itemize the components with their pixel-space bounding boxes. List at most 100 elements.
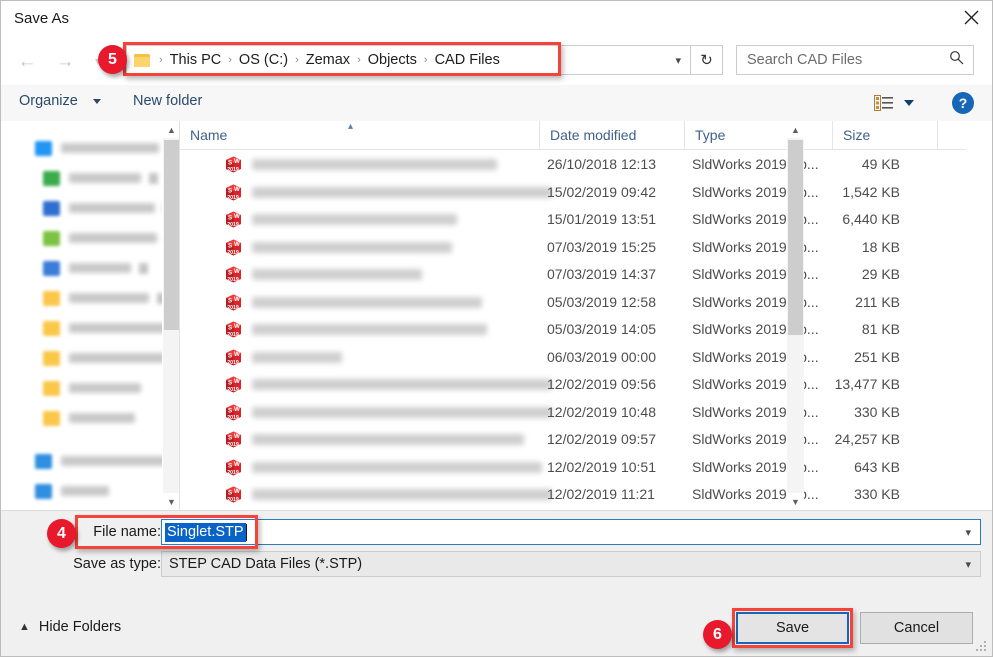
svg-text:S: S: [228, 380, 232, 387]
cell-name: [252, 434, 524, 445]
sidebar-item[interactable]: [1, 253, 179, 283]
cell-date: 12/02/2019 09:57: [547, 431, 656, 447]
nav-pane-scrollbar[interactable]: ▲ ▼: [162, 121, 179, 510]
breadcrumb-separator: ›: [291, 55, 303, 66]
sidebar-item-icon: [43, 261, 60, 276]
sidebar-item[interactable]: [1, 343, 179, 373]
sidebar-item-label: [69, 323, 174, 333]
back-button[interactable]: ←: [13, 47, 41, 75]
table-row[interactable]: SW201906/03/2019 00:00SldWorks 2019 Ap..…: [180, 344, 966, 372]
table-row[interactable]: SW201915/02/2019 09:42SldWorks 2019 Ap..…: [180, 179, 966, 207]
breadcrumb-separator: ›: [155, 55, 167, 66]
sidebar-item-label: [69, 203, 155, 213]
chevron-down-icon[interactable]: ▼: [787, 493, 804, 510]
cell-name: [252, 269, 422, 280]
svg-text:W: W: [234, 488, 240, 495]
solidworks-2019-icon: SW2019: [224, 348, 243, 367]
column-header-date[interactable]: Date modified: [540, 121, 685, 149]
sidebar-item[interactable]: [1, 403, 179, 433]
save-as-type-select[interactable]: STEP CAD Data Files (*.STP) ▾: [161, 551, 981, 577]
sidebar-item[interactable]: [1, 163, 179, 193]
sidebar-item-icon: [43, 321, 60, 336]
table-row[interactable]: SW201926/10/2018 12:13SldWorks 2019 Ap..…: [180, 151, 966, 179]
solidworks-2019-icon: SW2019: [224, 485, 243, 504]
sidebar-item[interactable]: [1, 373, 179, 403]
cell-date: 12/02/2019 10:48: [547, 404, 656, 420]
refresh-button[interactable]: ↻: [691, 45, 723, 75]
scrollbar-thumb[interactable]: [164, 140, 179, 330]
breadcrumb-item-cad-files[interactable]: CAD Files: [432, 52, 503, 68]
column-header-size[interactable]: Size: [833, 121, 938, 149]
scrollbar-track[interactable]: [787, 138, 804, 493]
close-button[interactable]: [948, 1, 993, 34]
svg-text:2019: 2019: [227, 415, 239, 421]
svg-text:S: S: [228, 270, 232, 277]
help-icon[interactable]: ?: [952, 92, 974, 114]
column-header-name[interactable]: Name: [180, 121, 540, 149]
table-row[interactable]: SW201907/03/2019 14:37SldWorks 2019 Ap..…: [180, 261, 966, 289]
save-button[interactable]: Save: [736, 612, 849, 644]
breadcrumb-item-this-pc[interactable]: This PC: [167, 52, 225, 68]
cell-date: 05/03/2019 12:58: [547, 294, 656, 310]
hide-folders-button[interactable]: ▲ Hide Folders: [19, 619, 121, 635]
sidebar-item-icon: [43, 291, 60, 306]
sidebar-item[interactable]: [1, 476, 179, 506]
organize-button[interactable]: Organize: [19, 93, 78, 109]
svg-text:S: S: [228, 325, 232, 332]
sidebar-item[interactable]: [1, 283, 179, 313]
chevron-down-icon[interactable]: ▼: [163, 493, 179, 510]
view-layout-icon[interactable]: [874, 95, 894, 111]
table-row[interactable]: SW201912/02/2019 10:51SldWorks 2019 Ap..…: [180, 454, 966, 482]
breadcrumb[interactable]: › This PC › OS (C:) › Zemax › Objects › …: [126, 45, 691, 75]
chevron-up-icon: ▲: [19, 621, 30, 633]
resize-grip[interactable]: [976, 641, 988, 653]
file-name-dropdown-icon[interactable]: ▾: [965, 526, 971, 539]
svg-text:2019: 2019: [227, 442, 239, 448]
svg-text:2019: 2019: [227, 332, 239, 338]
solidworks-2019-icon: SW2019: [224, 403, 243, 422]
file-name-input[interactable]: Singlet.STP ▾: [161, 519, 981, 545]
table-row[interactable]: SW201912/02/2019 11:21SldWorks 2019 Ap..…: [180, 481, 966, 509]
table-row[interactable]: SW201915/01/2019 13:51SldWorks 2019 Ap..…: [180, 206, 966, 234]
scrollbar-thumb[interactable]: [788, 140, 803, 335]
svg-text:W: W: [234, 433, 240, 440]
cancel-button[interactable]: Cancel: [860, 612, 973, 644]
forward-button[interactable]: →: [51, 47, 79, 75]
search-input[interactable]: Search CAD Files: [736, 45, 974, 75]
save-as-type-dropdown-icon[interactable]: ▾: [965, 558, 971, 571]
svg-text:S: S: [228, 490, 232, 497]
table-row[interactable]: SW201912/02/2019 09:56SldWorks 2019 Ap..…: [180, 371, 966, 399]
sidebar-item-icon: [43, 411, 60, 426]
svg-text:W: W: [234, 186, 240, 193]
column-header-type[interactable]: Type: [685, 121, 833, 149]
svg-text:S: S: [228, 187, 232, 194]
sidebar-item[interactable]: [1, 193, 179, 223]
sidebar-item[interactable]: [1, 313, 179, 343]
sidebar-item[interactable]: [1, 133, 179, 163]
file-list-scrollbar[interactable]: ▲ ▼: [787, 121, 804, 510]
table-row[interactable]: SW201907/03/2019 15:25SldWorks 2019 Ap..…: [180, 234, 966, 262]
view-options-caret-icon[interactable]: [904, 100, 914, 106]
solidworks-2019-icon: SW2019: [224, 183, 243, 202]
new-folder-button[interactable]: New folder: [133, 93, 202, 109]
breadcrumb-dropdown-icon[interactable]: ▾: [675, 54, 681, 67]
arrow-left-icon: ←: [18, 52, 37, 71]
sidebar-item[interactable]: [1, 223, 179, 253]
breadcrumb-item-os-c[interactable]: OS (C:): [236, 52, 291, 68]
table-row[interactable]: SW201905/03/2019 12:58SldWorks 2019 Ap..…: [180, 289, 966, 317]
cell-name: [252, 379, 552, 390]
cell-size: 643 KB: [800, 459, 900, 475]
chevron-up-icon[interactable]: ▲: [787, 121, 804, 138]
table-row[interactable]: SW201905/03/2019 14:05SldWorks 2019 Ap..…: [180, 316, 966, 344]
cell-name: [252, 214, 457, 225]
navigation-pane: ▲ ▼: [1, 121, 179, 510]
file-list: NameDate modifiedTypeSize ▴ SW201926/10/…: [180, 121, 966, 510]
scrollbar-track[interactable]: [163, 138, 179, 493]
breadcrumb-item-objects[interactable]: Objects: [365, 52, 420, 68]
table-row[interactable]: SW201912/02/2019 10:48SldWorks 2019 Ap..…: [180, 399, 966, 427]
chevron-up-icon[interactable]: ▲: [163, 121, 179, 138]
breadcrumb-item-zemax[interactable]: Zemax: [303, 52, 353, 68]
sidebar-item[interactable]: [1, 446, 179, 476]
svg-text:S: S: [228, 297, 232, 304]
table-row[interactable]: SW201912/02/2019 09:57SldWorks 2019 Ap..…: [180, 426, 966, 454]
